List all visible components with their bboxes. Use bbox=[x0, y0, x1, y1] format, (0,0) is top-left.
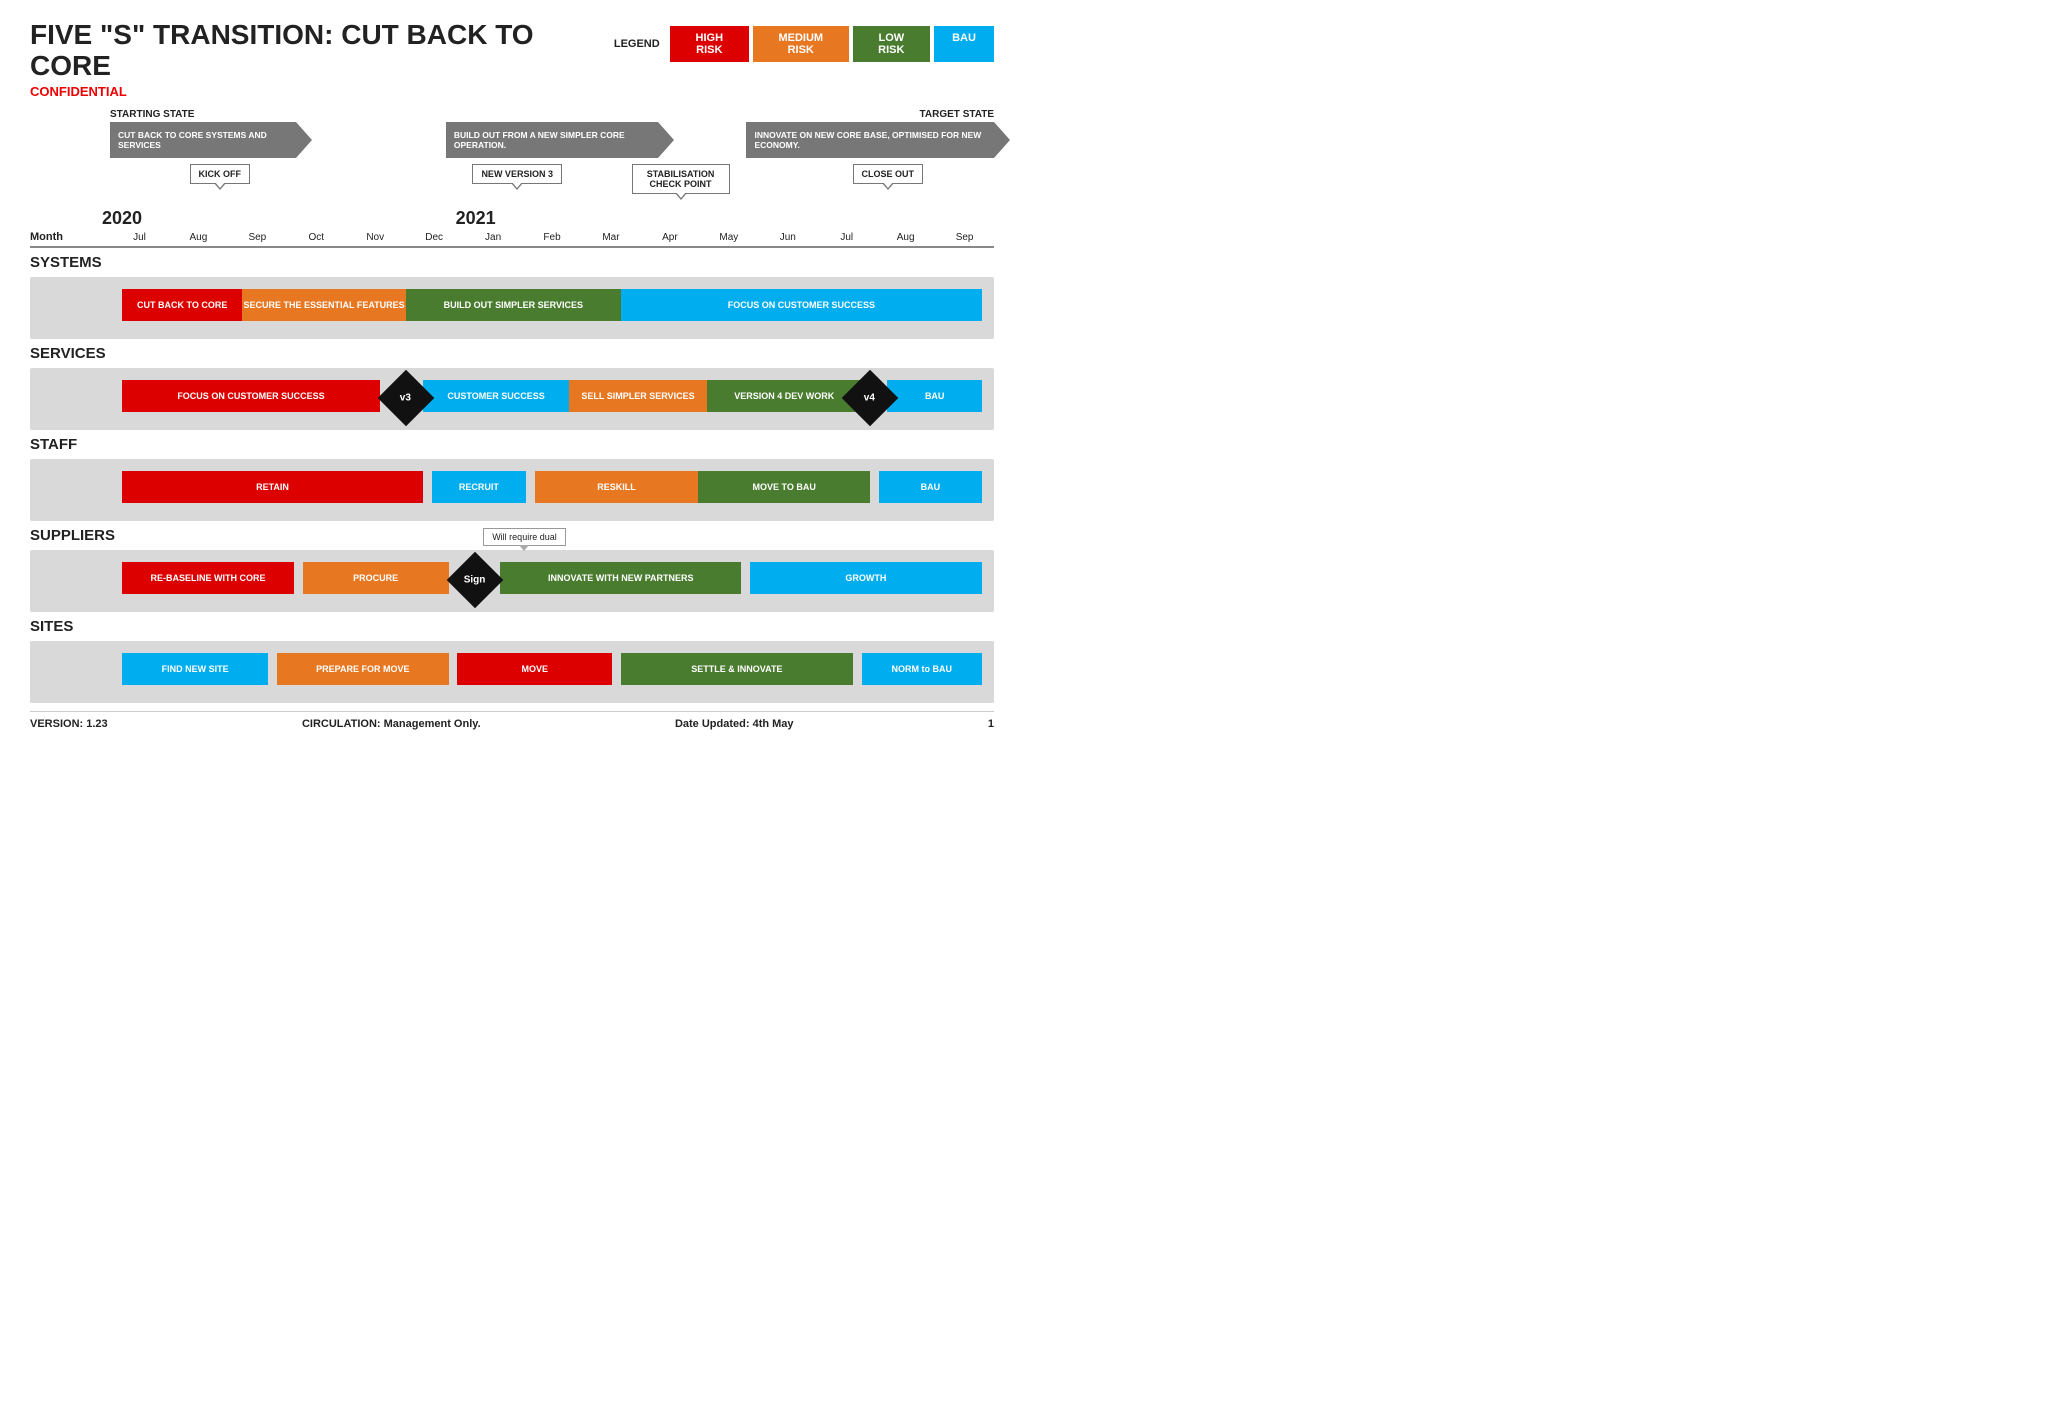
bar-find-new-site: FIND NEW SITE bbox=[122, 653, 268, 685]
section-bg-services: FOCUS ON CUSTOMER SUCCESSv3CUSTOMER SUCC… bbox=[30, 368, 994, 430]
bar-reskill: RESKILL bbox=[535, 471, 698, 503]
month-cell-jul-0: 2020Jul bbox=[110, 210, 169, 243]
bar-prepare-for-move: PREPARE FOR MOVE bbox=[277, 653, 449, 685]
target-state-label: TARGET STATE bbox=[920, 109, 994, 120]
month-cell-apr-9: Apr bbox=[640, 210, 699, 243]
section-suppliers: SUPPLIERSWill require dualRE-BASELINE WI… bbox=[30, 527, 994, 612]
bar-customer-success: CUSTOMER SUCCESS bbox=[423, 380, 569, 412]
bars-row-services: FOCUS ON CUSTOMER SUCCESSv3CUSTOMER SUCC… bbox=[122, 376, 982, 422]
section-sites: SITES FIND NEW SITE PREPARE FOR MOVEMOVE SE… bbox=[30, 618, 994, 703]
diamond-v3: v3 bbox=[378, 369, 435, 426]
diamond-v4: v4 bbox=[842, 369, 899, 426]
callout-area: CUT BACK TO CORE SYSTEMS AND SERVICES BU… bbox=[110, 122, 994, 210]
section-bg-staff: RETAIN RECRUITRESKILLMOVE TO BAU BAU bbox=[30, 459, 994, 521]
bars-row-systems: CUT BACK TO CORESECURE THE ESSENTIAL FEA… bbox=[122, 285, 982, 331]
section-services: SERVICES FOCUS ON CUSTOMER SUCCESSv3CUSTO… bbox=[30, 345, 994, 430]
bar-secure-the-essential-features: SECURE THE ESSENTIAL FEATURES bbox=[242, 289, 405, 321]
tooltip-suppliers: Will require dual bbox=[483, 528, 566, 546]
bubble-stabilisation: STABILISATION CHECK POINT bbox=[632, 164, 730, 194]
month-cell-jun-11: Jun bbox=[758, 210, 817, 243]
callout-build-out: BUILD OUT FROM A NEW SIMPLER CORE OPERAT… bbox=[446, 122, 658, 158]
month-cell-aug-13: Aug bbox=[876, 210, 935, 243]
bar-cut-back-to-core: CUT BACK TO CORE bbox=[122, 289, 242, 321]
bar-bau: BAU bbox=[887, 380, 982, 412]
month-cell-nov-4: Nov bbox=[346, 210, 405, 243]
bars-row-staff: RETAIN RECRUITRESKILLMOVE TO BAU BAU bbox=[122, 467, 982, 513]
section-title-staff: STAFF bbox=[30, 436, 994, 453]
bar-move-to-bau: MOVE TO BAU bbox=[698, 471, 870, 503]
bubble-new-v3: NEW VERSION 3 bbox=[472, 164, 562, 184]
bar-recruit: RECRUIT bbox=[432, 471, 527, 503]
main-title: FIVE "S" TRANSITION: CUT BACK TO CORE bbox=[30, 20, 614, 82]
bubble-close-out: CLOSE OUT bbox=[853, 164, 924, 184]
year-2021: 2021 bbox=[456, 208, 496, 229]
bars-row-sites: FIND NEW SITE PREPARE FOR MOVEMOVE SETTLE … bbox=[122, 649, 982, 695]
bars-row-suppliers: Will require dualRE-BASELINE WITH COREPR… bbox=[122, 558, 982, 604]
callout-innovate: INNOVATE ON NEW CORE BASE, OPTIMISED FOR… bbox=[746, 122, 994, 158]
month-cell-may-10: May bbox=[699, 210, 758, 243]
starting-state-label: STARTING STATE bbox=[110, 109, 194, 120]
bar-norm-to-bau: NORM to BAU bbox=[862, 653, 982, 685]
month-cell-aug-1: Aug bbox=[169, 210, 228, 243]
legend-block: LEGEND HIGH RISKMEDIUM RISKLOW RISKBAU bbox=[614, 26, 994, 62]
legend-pill-bau: BAU bbox=[934, 26, 994, 62]
month-cell-jan-6: 2021Jan bbox=[464, 210, 523, 243]
month-cell-sep-2: Sep bbox=[228, 210, 287, 243]
bar-settle-&-innovate: SETTLE & INNOVATE bbox=[621, 653, 853, 685]
section-bg-suppliers: Will require dualRE-BASELINE WITH COREPR… bbox=[30, 550, 994, 612]
month-header: Month bbox=[30, 231, 110, 243]
section-systems: SYSTEMS CUT BACK TO CORESECURE THE ESSENT… bbox=[30, 254, 994, 339]
month-cell-feb-7: Feb bbox=[523, 210, 582, 243]
section-staff: STAFF RETAIN RECRUITRESKILLMOVE TO BAU BAU bbox=[30, 436, 994, 521]
bar-focus-on-customer-success: FOCUS ON CUSTOMER SUCCESS bbox=[621, 289, 982, 321]
bar-sell-simpler-services: SELL SIMPLER SERVICES bbox=[569, 380, 707, 412]
legend-pill-high-risk: HIGH RISK bbox=[670, 26, 749, 62]
section-bg-systems: CUT BACK TO CORESECURE THE ESSENTIAL FEA… bbox=[30, 277, 994, 339]
diamond-sign: Sign bbox=[446, 551, 503, 608]
footer-page: 1 bbox=[988, 718, 994, 730]
section-title-sites: SITES bbox=[30, 618, 994, 635]
sections-container: SYSTEMS CUT BACK TO CORESECURE THE ESSENT… bbox=[30, 254, 994, 703]
section-title-services: SERVICES bbox=[30, 345, 994, 362]
bar-retain: RETAIN bbox=[122, 471, 423, 503]
legend-pill-low-risk: LOW RISK bbox=[853, 26, 930, 62]
bar-re-baseline-with-core: RE-BASELINE WITH CORE bbox=[122, 562, 294, 594]
bar-innovate-with-new-partners: INNOVATE WITH NEW PARTNERS bbox=[500, 562, 741, 594]
month-cell-mar-8: Mar bbox=[582, 210, 641, 243]
legend-label: LEGEND bbox=[614, 38, 660, 50]
bar-procure: PROCURE bbox=[303, 562, 449, 594]
legend-pill-medium-risk: MEDIUM RISK bbox=[753, 26, 849, 62]
bar-move: MOVE bbox=[457, 653, 612, 685]
bar-version-4-dev-work: VERSION 4 DEV WORK bbox=[707, 380, 862, 412]
month-cell-sep-14: Sep bbox=[935, 210, 994, 243]
bar-focus-on-customer-success: FOCUS ON CUSTOMER SUCCESS bbox=[122, 380, 380, 412]
timeline-area: STARTING STATE TARGET STATE CUT BACK TO … bbox=[30, 109, 994, 248]
legend-pills: HIGH RISKMEDIUM RISKLOW RISKBAU bbox=[670, 26, 994, 62]
footer-date: Date Updated: 4th May bbox=[675, 718, 794, 730]
bubble-kick-off: KICK OFF bbox=[190, 164, 251, 184]
page: FIVE "S" TRANSITION: CUT BACK TO CORE CO… bbox=[0, 0, 1024, 750]
month-cell-jul-12: Jul bbox=[817, 210, 876, 243]
months-row: Month 2020JulAugSepOctNovDec2021JanFebMa… bbox=[30, 210, 994, 248]
footer: VERSION: 1.23 CIRCULATION: Management On… bbox=[30, 711, 994, 730]
header: FIVE "S" TRANSITION: CUT BACK TO CORE CO… bbox=[30, 20, 994, 99]
callout-cut-back: CUT BACK TO CORE SYSTEMS AND SERVICES bbox=[110, 122, 296, 158]
footer-circulation: CIRCULATION: Management Only. bbox=[302, 718, 481, 730]
footer-version: VERSION: 1.23 bbox=[30, 718, 108, 730]
title-block: FIVE "S" TRANSITION: CUT BACK TO CORE CO… bbox=[30, 20, 614, 99]
months-grid: 2020JulAugSepOctNovDec2021JanFebMarAprMa… bbox=[110, 210, 994, 243]
bar-bau: BAU bbox=[879, 471, 982, 503]
month-cell-oct-3: Oct bbox=[287, 210, 346, 243]
bar-build-out-simpler-services: BUILD OUT SIMPLER SERVICES bbox=[406, 289, 621, 321]
confidential-label: CONFIDENTIAL bbox=[30, 84, 614, 99]
section-title-systems: SYSTEMS bbox=[30, 254, 994, 271]
state-labels-row: STARTING STATE TARGET STATE bbox=[110, 109, 994, 120]
bar-growth: GROWTH bbox=[750, 562, 982, 594]
section-bg-sites: FIND NEW SITE PREPARE FOR MOVEMOVE SETTLE … bbox=[30, 641, 994, 703]
year-2020: 2020 bbox=[102, 208, 142, 229]
